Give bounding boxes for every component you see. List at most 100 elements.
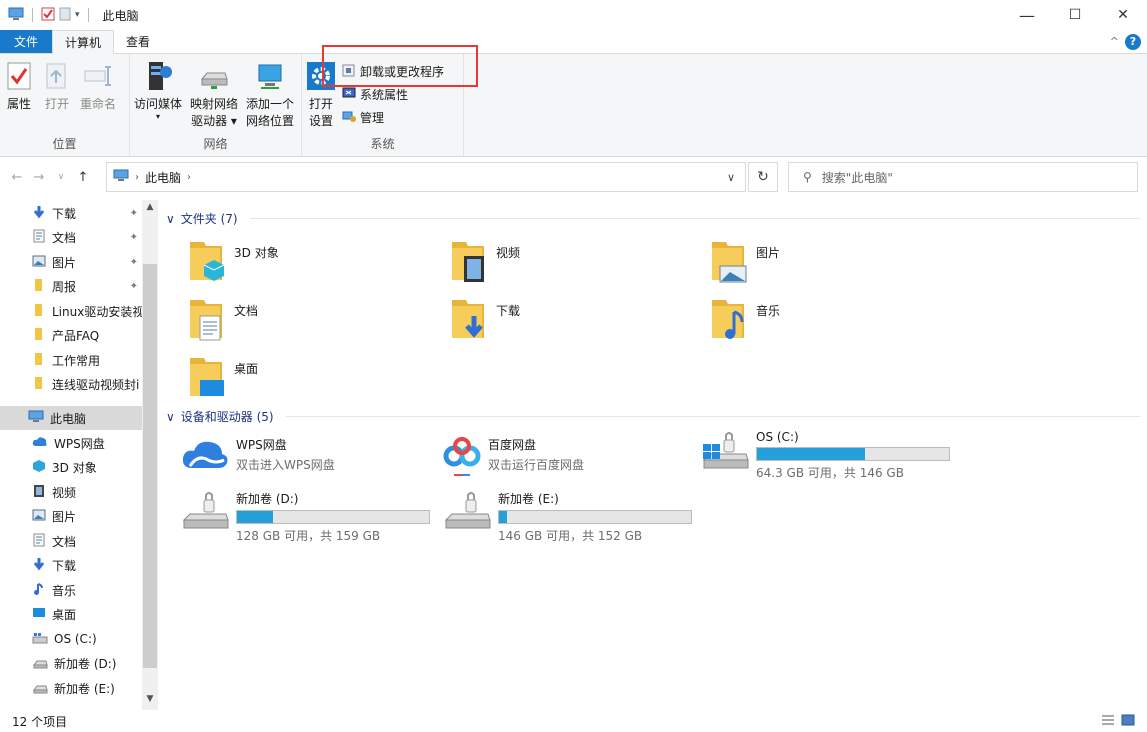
devices-header-label: 设备和驱动器 (5) [180,410,274,424]
nav-item-label: 工作常用 [52,353,101,368]
recent-locations-chevron-icon[interactable]: ∨ [50,172,72,182]
close-button[interactable]: ✕ [1099,0,1147,30]
chevron-right-icon[interactable]: › [187,172,191,183]
chevron-right-icon[interactable]: › [135,172,139,183]
scroll-up-arrow[interactable]: ▲ [142,202,158,216]
chevron-down-icon[interactable]: ▾ [75,10,80,20]
status-bar: 12 个项目 [0,710,1147,732]
address-row: ← → ∨ ↑ › 此电脑 › ∨ ↻ ⚲ 搜索"此电脑" [0,160,1147,194]
storage-usage-fill [237,511,274,523]
folder-item[interactable]: 图片 [708,238,780,284]
device-item[interactable]: 百度网盘 双击运行百度网盘 [442,436,584,481]
nav-quick-item[interactable]: 下载 ✦ [0,201,142,225]
nav-quick-item[interactable]: 图片 ✦ [0,250,142,274]
tab-file[interactable]: 文件 [0,30,52,53]
tab-view[interactable]: 查看 [114,30,162,53]
nav-pc-item[interactable]: 新加卷 (E:) [0,676,142,700]
manage-button[interactable]: 管理 [342,108,444,126]
drive-icon [180,490,230,537]
nav-quick-item[interactable]: 产品FAQ [0,324,142,348]
nav-item-label: 新加卷 (E:) [54,681,115,696]
toolbar-divider [87,8,89,22]
properties-check-icon[interactable] [41,7,55,24]
system-properties-button[interactable]: 系统属性 [342,85,444,103]
nav-quick-item[interactable]: 连线驱动视频封i [0,373,142,397]
collapse-ribbon-icon[interactable]: ^ [1110,35,1119,48]
uninstall-program-button[interactable]: 卸载或更改程序 [342,62,444,80]
download-arrow-icon [32,557,46,574]
nav-pc-item[interactable]: WPS网盘 [0,431,142,455]
nav-pc-item[interactable]: 下载 [0,554,142,578]
nav-scrollbar-thumb[interactable] [143,264,157,668]
back-arrow-icon[interactable]: ← [6,170,28,185]
new-folder-icon[interactable] [59,7,71,24]
nav-quick-item[interactable]: Linux驱动安装视 [0,299,142,323]
nav-pc-item[interactable]: 音乐 [0,578,142,602]
nav-pc-item[interactable]: 文档 [0,529,142,553]
refresh-button[interactable]: ↻ [748,162,778,192]
nav-pc-item[interactable]: 视频 [0,480,142,504]
ribbon-group-system: 打开 设置 卸载或更改程序 系统属性 管理 系统 [302,54,464,156]
pin-icon[interactable]: ✦ [130,281,138,292]
title-bar: ▾ 此电脑 — ☐ ✕ [0,0,1147,30]
window-title: 此电脑 [102,8,139,23]
windows-drive-icon [32,631,48,648]
device-item[interactable]: OS (C:) 64.3 GB 可用，共 146 GB [700,430,950,481]
details-view-icon[interactable] [1101,714,1115,729]
folder-item[interactable]: 音乐 [708,296,780,342]
maximize-button[interactable]: ☐ [1051,0,1099,30]
nav-pc-item[interactable]: 桌面 [0,603,142,627]
pin-icon[interactable]: ✦ [130,208,138,219]
nav-item-this-pc[interactable]: 此电脑 [0,406,142,430]
folders-section-header[interactable]: ∨ 文件夹 (7) [166,210,1140,227]
nav-quick-item[interactable]: 工作常用 [0,348,142,372]
settings-gear-icon [306,60,336,92]
pin-icon[interactable]: ✦ [130,257,138,268]
3d-objects-icon [32,459,46,476]
drive-icon [32,680,48,697]
tab-computer[interactable]: 计算机 [52,30,115,54]
nav-quick-item[interactable]: 文档 ✦ [0,226,142,250]
device-subtext: 128 GB 可用，共 159 GB [236,529,381,543]
section-divider [249,218,1140,219]
forward-arrow-icon[interactable]: → [28,170,50,185]
minimize-button[interactable]: — [1003,0,1051,30]
map-drive-label-line1: 映射网络 [190,97,239,111]
folder-item[interactable]: 文档 [186,296,258,342]
access-media-label: 访问媒体 [134,97,183,111]
folder-item[interactable]: 下载 [448,296,520,342]
device-name: 新加卷 (D:) [236,492,299,506]
add-location-label-line2: 网络位置 [246,114,295,128]
music-folder-icon [708,296,748,342]
folder-item[interactable]: 3D 对象 [186,238,279,284]
search-input[interactable]: ⚲ 搜索"此电脑" [788,162,1138,192]
nav-pc-item[interactable]: 新加卷 (D:) [0,652,142,676]
open-settings-label-line2: 设置 [308,114,333,128]
folder-item[interactable]: 视频 [448,238,520,284]
help-icon[interactable]: ? [1125,33,1141,50]
computer-icon[interactable] [8,7,24,24]
large-icons-view-icon[interactable] [1121,714,1135,729]
devices-section-header[interactable]: ∨ 设备和驱动器 (5) [166,408,1140,425]
nav-item-label: 产品FAQ [52,329,100,343]
nav-pc-item[interactable]: 图片 [0,505,142,529]
device-item[interactable]: WPS网盘 双击进入WPS网盘 [180,436,335,475]
refresh-icon: ↻ [757,169,769,185]
nav-quick-item[interactable]: 周报 ✦ [0,275,142,299]
pin-icon[interactable]: ✦ [130,232,138,243]
nav-item-label: 周报 [52,280,77,294]
device-item[interactable]: 新加卷 (D:) 128 GB 可用，共 159 GB [180,490,430,544]
folder-item[interactable]: 桌面 [186,354,258,400]
device-name: OS (C:) [756,430,799,444]
up-arrow-icon[interactable]: ↑ [72,170,94,185]
device-item[interactable]: 新加卷 (E:) 146 GB 可用，共 152 GB [442,490,692,544]
address-history-chevron-icon[interactable]: ∨ [727,171,735,184]
storage-usage-bar [498,510,692,524]
nav-pc-item[interactable]: OS (C:) [0,627,142,651]
item-count: 12 个项目 [12,714,68,729]
scroll-down-arrow[interactable]: ▼ [142,694,158,708]
breadcrumb-item[interactable]: 此电脑 [145,169,181,186]
address-bar[interactable]: › 此电脑 › ∨ [106,162,746,192]
pictures-icon [32,254,46,271]
nav-pc-item[interactable]: 3D 对象 [0,456,142,480]
